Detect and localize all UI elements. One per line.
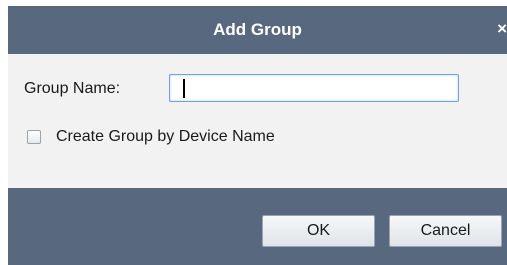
ok-button[interactable]: OK <box>262 215 375 247</box>
cancel-button[interactable]: Cancel <box>389 215 502 247</box>
create-group-by-device-label: Create Group by Device Name <box>56 128 275 145</box>
dialog-content: Group Name: Create Group by Device Name <box>8 54 507 188</box>
add-group-dialog: Add Group × Group Name: Create Group by … <box>0 0 507 265</box>
group-name-label: Group Name: <box>24 80 121 97</box>
dialog-footer: OK Cancel <box>8 188 507 265</box>
text-cursor <box>183 79 185 98</box>
create-group-by-device-checkbox[interactable] <box>27 130 41 144</box>
create-group-by-device-option[interactable]: Create Group by Device Name <box>27 127 275 147</box>
group-name-input[interactable] <box>169 74 459 102</box>
close-icon[interactable]: × <box>493 20 507 37</box>
dialog-title: Add Group <box>213 20 302 39</box>
dialog-titlebar: Add Group × <box>8 6 507 54</box>
